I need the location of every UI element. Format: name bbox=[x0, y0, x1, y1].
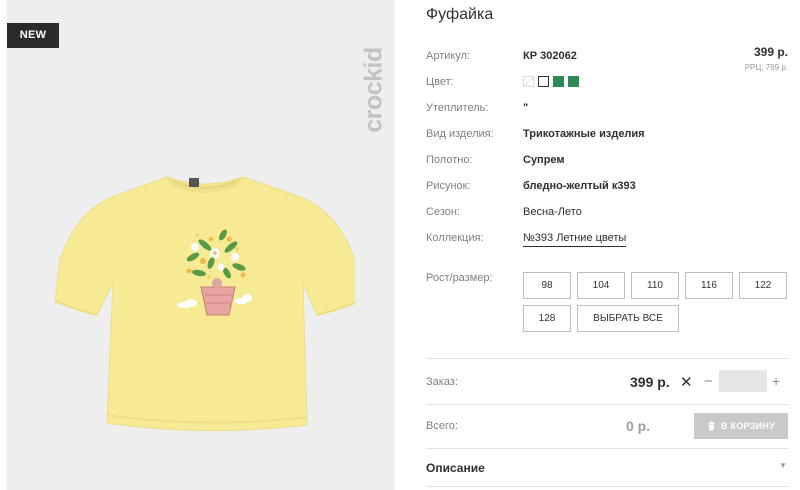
order-label: Заказ: bbox=[426, 376, 458, 388]
product-price: 399 р. bbox=[753, 45, 788, 59]
product-type-value: Трикотажные изделия bbox=[523, 128, 645, 140]
rrc-price: РРЦ: 799 р. bbox=[744, 63, 788, 72]
order-price: 399 р. bbox=[630, 374, 670, 390]
add-to-cart-button[interactable]: В КОРЗИНУ bbox=[694, 413, 788, 439]
size-option[interactable]: 104 bbox=[577, 272, 625, 299]
size-option[interactable]: 116 bbox=[685, 272, 733, 299]
brand-watermark: crockid bbox=[359, 20, 389, 160]
brand-watermark-text: crockid bbox=[359, 47, 388, 133]
color-swatch-green[interactable] bbox=[568, 76, 579, 87]
color-label: Цвет: bbox=[426, 76, 454, 88]
season-value: Весна-Лето bbox=[523, 206, 582, 218]
divider bbox=[426, 358, 788, 359]
new-badge: NEW bbox=[7, 23, 59, 48]
product-photo: NEW crockid bbox=[7, 0, 395, 490]
season-label: Сезон: bbox=[426, 206, 460, 218]
collection-link[interactable]: №393 Летние цветы bbox=[523, 232, 627, 247]
increase-quantity-button[interactable]: + bbox=[772, 373, 780, 389]
divider bbox=[426, 486, 788, 487]
add-to-cart-label: В КОРЗИНУ bbox=[720, 421, 776, 431]
divider bbox=[426, 448, 788, 449]
close-icon[interactable]: ✕ bbox=[680, 373, 693, 391]
print-value: бледно-желтый к393 bbox=[523, 180, 636, 192]
tshirt-image bbox=[55, 176, 355, 432]
fabric-value: Супрем bbox=[523, 154, 565, 166]
print-label: Рисунок: bbox=[426, 180, 471, 192]
size-label: Рост/размер: bbox=[426, 272, 493, 284]
sku-value: КР 302062 bbox=[523, 50, 577, 62]
sku-label: Артикул: bbox=[426, 50, 471, 62]
total-label: Всего: bbox=[426, 420, 458, 432]
total-value: 0 р. bbox=[626, 418, 651, 434]
description-toggle[interactable]: Описание bbox=[426, 461, 485, 475]
insulation-label: Утеплитель: bbox=[426, 102, 489, 114]
color-swatch-unavailable[interactable] bbox=[523, 76, 534, 87]
color-swatches bbox=[523, 76, 579, 87]
chevron-down-icon[interactable]: ▼ bbox=[779, 461, 787, 470]
trash-cart-icon bbox=[707, 421, 715, 431]
size-option[interactable]: 110 bbox=[631, 272, 679, 299]
color-swatch-green[interactable] bbox=[553, 76, 564, 87]
divider bbox=[426, 404, 788, 405]
product-title: Фуфайка bbox=[426, 6, 494, 23]
product-type-label: Вид изделия: bbox=[426, 128, 494, 140]
size-option[interactable]: 122 bbox=[739, 272, 787, 299]
insulation-value: " bbox=[523, 102, 529, 114]
size-option[interactable]: 98 bbox=[523, 272, 571, 299]
select-all-sizes-button[interactable]: ВЫБРАТЬ ВСЕ bbox=[577, 305, 679, 332]
quantity-input[interactable] bbox=[719, 370, 767, 392]
size-option[interactable]: 128 bbox=[523, 305, 571, 332]
color-swatch-selected[interactable] bbox=[538, 76, 549, 87]
collection-label: Коллекция: bbox=[426, 232, 484, 244]
decrease-quantity-button[interactable]: − bbox=[704, 373, 713, 390]
fabric-label: Полотно: bbox=[426, 154, 473, 166]
